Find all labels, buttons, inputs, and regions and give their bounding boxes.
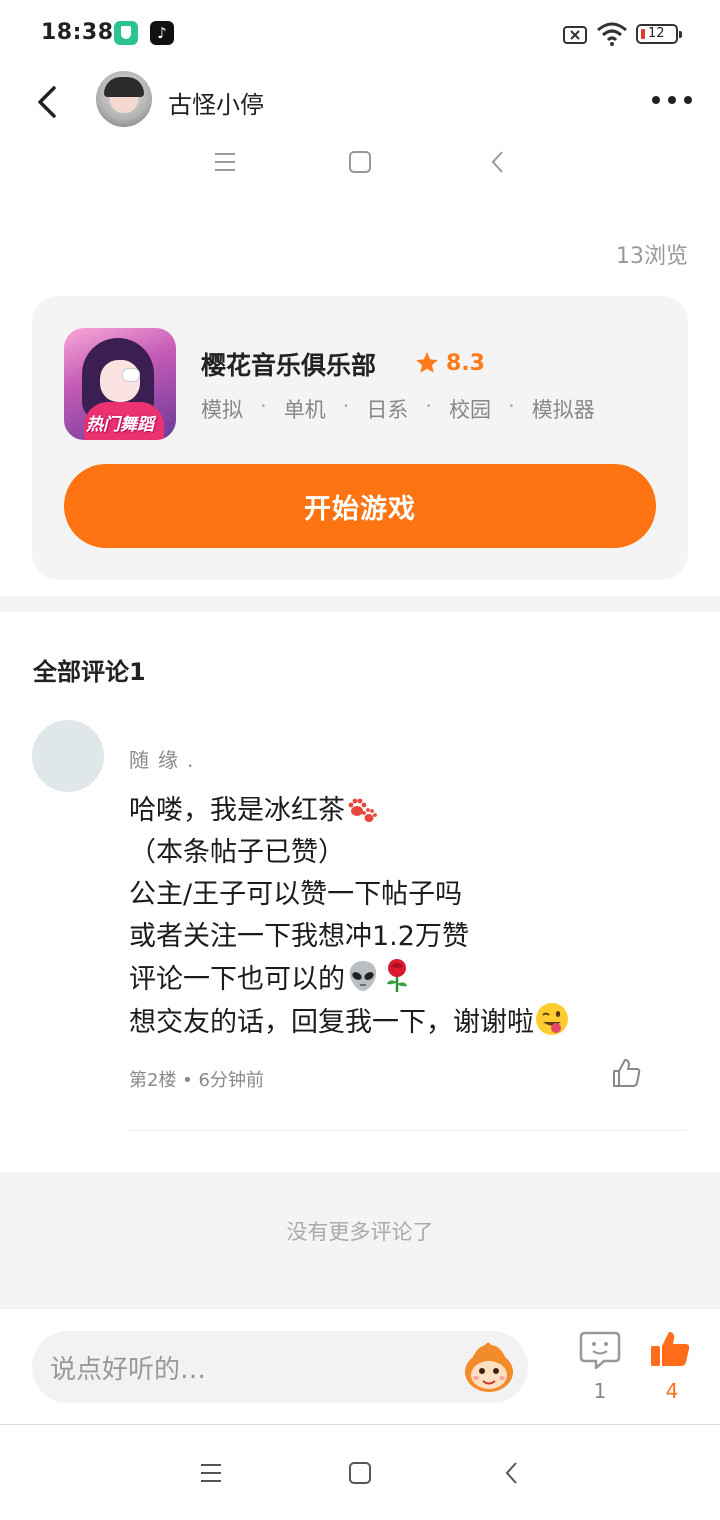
game-tag: 单机 [283, 398, 326, 422]
menu-icon[interactable] [210, 147, 240, 177]
game-tag: 模拟 [201, 398, 243, 422]
game-tag: 模拟器 [531, 398, 595, 422]
monkey-mascot-icon[interactable] [460, 1339, 518, 1397]
home-square-icon[interactable] [345, 147, 375, 177]
comment-line-text: 想交友的话，回复我一下，谢谢啦 [129, 1007, 534, 1038]
home-square-icon[interactable] [345, 1458, 375, 1488]
tag-separator: · [260, 394, 267, 418]
thumbs-up-filled-icon [651, 1332, 690, 1366]
comment-line: 想交友的话，回复我一下，谢谢啦 [129, 1001, 689, 1044]
avatar[interactable] [96, 71, 152, 127]
start-game-button[interactable]: 开始游戏 [64, 464, 656, 548]
no-more-comments: 没有更多评论了 [286, 1220, 434, 1244]
comment-line: （本条帖子已赞） [129, 837, 345, 868]
system-nav-bar [0, 1424, 720, 1520]
user-name[interactable]: 古怪小停 [168, 85, 264, 120]
game-title[interactable]: 樱花音乐俱乐部 [201, 346, 376, 382]
comment-bubble-icon [579, 1331, 621, 1370]
input-bar: 说点好听的… 1 4 [0, 1308, 720, 1424]
like-count-button[interactable]: 4 [648, 1329, 696, 1403]
game-card[interactable]: 热门舞蹈 樱花音乐俱乐部 8.3 模拟 · 单机 · 日系 · 校园 · 模拟器… [32, 296, 688, 580]
commenter-avatar[interactable] [32, 720, 104, 792]
winking-tongue-emoji [536, 1003, 568, 1035]
status-bar: 18:38 ♪ 12 [0, 0, 720, 64]
comment-line-text: 哈喽，我是冰红茶 [129, 795, 345, 826]
game-icon-label: 热门舞蹈 [86, 415, 154, 435]
thumbs-up-outline-icon[interactable] [610, 1056, 644, 1090]
view-count: 13浏览 [616, 244, 688, 269]
comments-title: 全部评论1 [33, 658, 146, 686]
chevron-left-icon[interactable] [28, 82, 68, 122]
comment-input[interactable]: 说点好听的… [32, 1331, 528, 1403]
back-chevron-icon[interactable] [497, 1458, 527, 1488]
rose-emoji [387, 959, 407, 992]
star-icon [416, 352, 438, 373]
section-divider [0, 596, 720, 612]
comment-meta: 第2楼 • 6分钟前 [129, 1070, 264, 1091]
game-tag: 校园 [449, 398, 492, 422]
top-bar: 古怪小停 [0, 64, 720, 136]
floating-nav [0, 140, 720, 184]
game-rating: 8.3 [414, 348, 485, 378]
tag-separator: · [342, 394, 350, 418]
comment-count-button[interactable]: 1 [576, 1329, 624, 1403]
comments-footer: 没有更多评论了 [0, 1172, 720, 1308]
comment-line-text: 评论一下也可以的 [129, 964, 345, 995]
comment-divider [129, 1130, 686, 1131]
wifi-icon [597, 22, 627, 46]
comment-item: 随缘. 哈喽，我是冰红茶 （本条帖子已赞） 公主/王子可以赞一下帖子吗 或者关注… [0, 718, 720, 1132]
shield-app-icon [114, 21, 138, 45]
comment-body[interactable]: 哈喽，我是冰红茶 （本条帖子已赞） 公主/王子可以赞一下帖子吗 或者关注一下我想… [129, 790, 689, 1044]
game-tag: 日系 [366, 398, 409, 422]
game-tags: 模拟 · 单机 · 日系 · 校园 · 模拟器 [201, 394, 595, 424]
tag-separator: · [425, 394, 433, 418]
battery-indicator: 12 [636, 24, 682, 44]
comment-line: 评论一下也可以的 [129, 958, 689, 1001]
commenter-name[interactable]: 随缘. [129, 744, 202, 773]
comment-line: 公主/王子可以赞一下帖子吗 [129, 879, 463, 910]
menu-icon[interactable] [196, 1458, 226, 1488]
comment-line: 哈喽，我是冰红茶 [129, 790, 689, 832]
status-time: 18:38 [41, 20, 114, 45]
alien-emoji [349, 961, 377, 991]
input-placeholder: 说点好听的… [50, 1355, 207, 1385]
comment-line: 或者关注一下我想冲1.2万赞 [129, 921, 469, 952]
back-chevron-icon[interactable] [483, 147, 513, 177]
no-sim-icon [563, 26, 587, 44]
tag-separator: · [508, 394, 515, 418]
paw-prints-emoji [348, 798, 377, 822]
rating-value: 8.3 [446, 350, 485, 376]
tiktok-icon: ♪ [150, 21, 174, 45]
more-dots-icon[interactable] [648, 88, 696, 112]
like-count: 4 [665, 1379, 679, 1403]
comment-count: 1 [593, 1379, 607, 1403]
game-icon[interactable]: 热门舞蹈 [64, 328, 176, 440]
